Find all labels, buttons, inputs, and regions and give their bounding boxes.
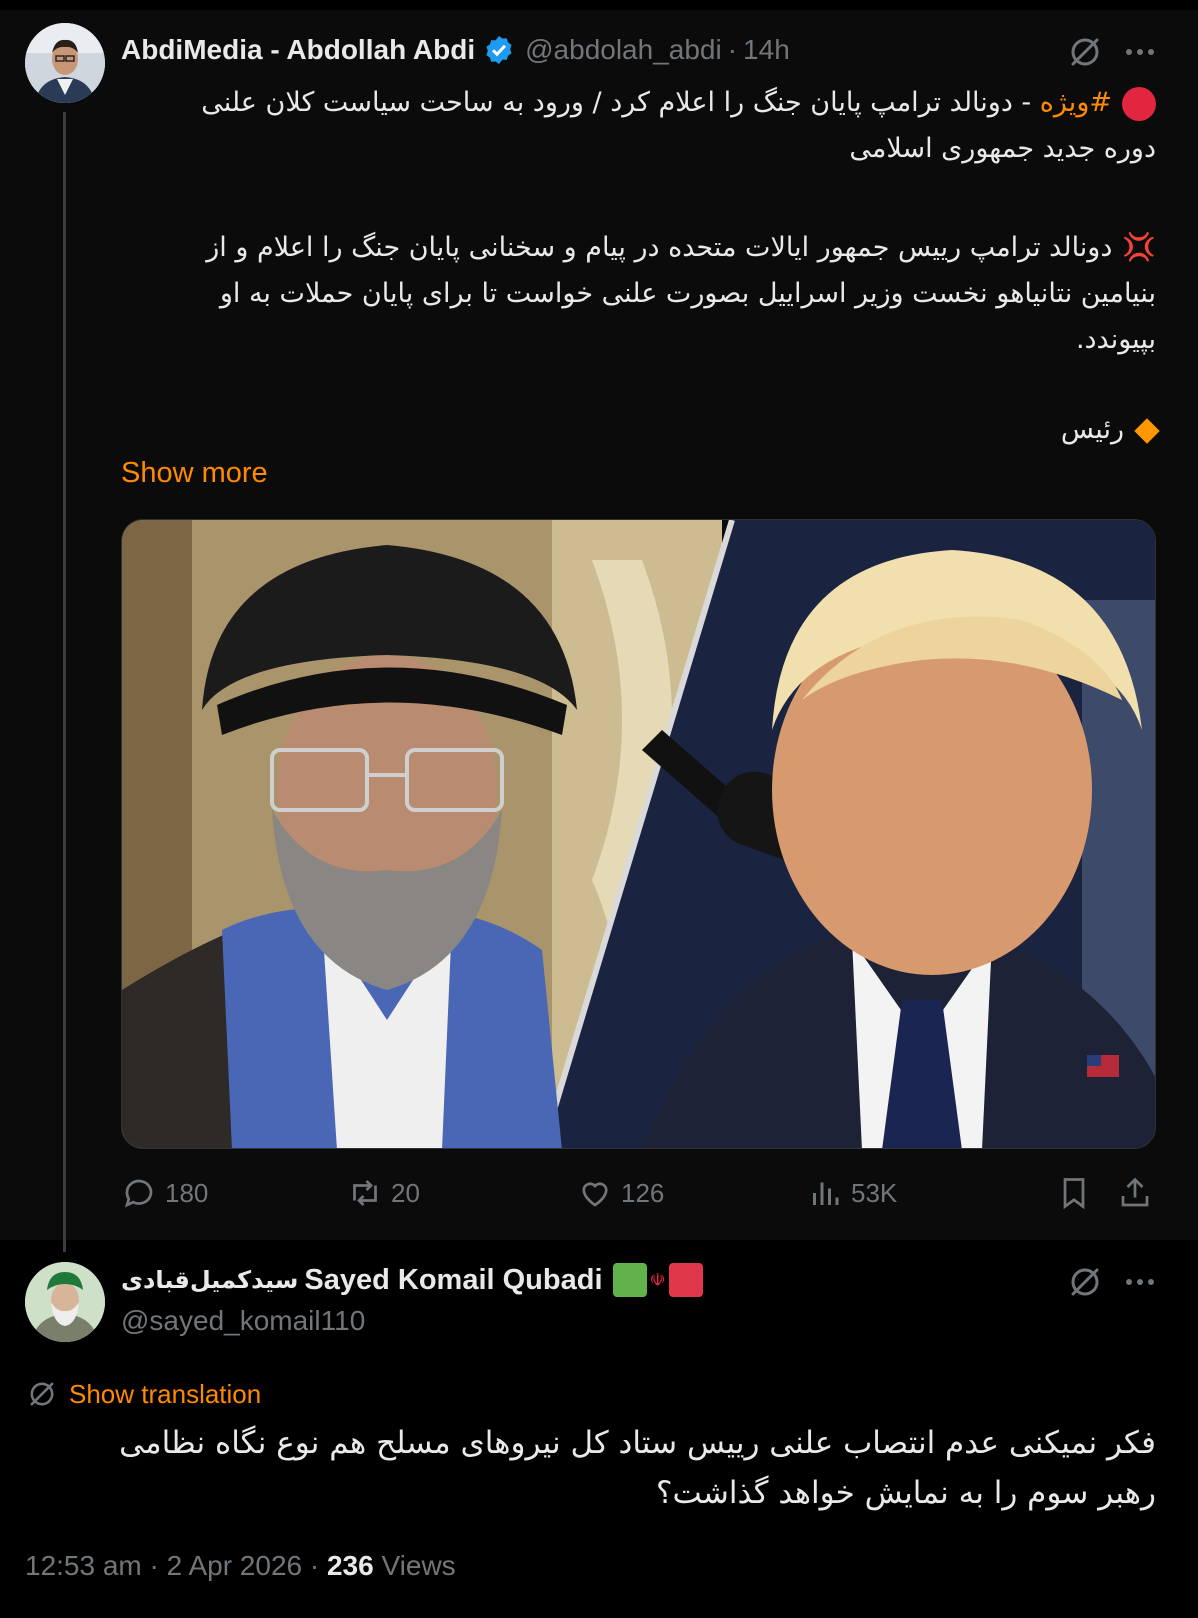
tweet-header: AbdiMedia - Abdollah Abdi @abdolah_abdi …	[121, 34, 790, 66]
tweet-text-body: دونالد ترامپ رییس جمهور ایالات متحده در …	[206, 232, 1156, 355]
red-square-emoji-icon	[668, 1263, 703, 1297]
verified-badge-icon	[486, 36, 512, 64]
heart-icon	[582, 1182, 608, 1207]
tweet-actions-bar: 180 20 126 53K	[121, 1175, 1156, 1219]
timestamp[interactable]: 14h	[743, 34, 790, 66]
tweet-text-paragraph-2: 💢دونالد ترامپ رییس جمهور ایالات متحده در…	[156, 225, 1156, 363]
show-more-link[interactable]: Show more	[121, 457, 268, 490]
reply-meta: 12:53 am · 2 Apr 2026 · 236 Views	[25, 1550, 456, 1582]
reply-header: سیدکمیل‌قبادی Sayed Komail Qubadi ☫	[121, 1263, 703, 1297]
iran-emblem-icon: ☫	[649, 1269, 666, 1290]
share-icon	[1121, 1177, 1149, 1207]
tweet-text-paragraph-3: رئیس	[156, 407, 1160, 453]
reply-author-name[interactable]: Sayed Komail Qubadi	[304, 1264, 602, 1297]
reply-views-count: 236	[326, 1550, 374, 1581]
show-translation-label: Show translation	[69, 1378, 262, 1409]
reply-avatar[interactable]	[25, 1262, 105, 1342]
like-count: 126	[621, 1177, 665, 1208]
author-handle[interactable]: @abdolah_abdi	[525, 34, 722, 66]
reply-author-persian-name[interactable]: سیدکمیل‌قبادی	[121, 1266, 298, 1294]
separator-dot: ·	[149, 1550, 167, 1581]
bookmark-button[interactable]	[1056, 1175, 1100, 1211]
reply-text: فکر نمیکنی عدم انتصاب علنی رییس ستاد کل …	[119, 1425, 1156, 1511]
tweet-text-paragraph-1: #ویژه - دونالد ترامپ پایان جنگ را اعلام …	[156, 80, 1156, 172]
reply-author-handle[interactable]: @sayed_komail110	[121, 1305, 365, 1337]
avatar[interactable]	[25, 23, 105, 103]
orange-diamond-emoji-icon	[1134, 417, 1160, 444]
hashtag-link[interactable]: #ویژه	[1040, 87, 1112, 118]
anger-symbol-emoji-icon: 💢	[1122, 232, 1156, 263]
media-photo	[122, 520, 1155, 1148]
more-options-icon[interactable]	[1120, 32, 1160, 72]
tweet-media-image[interactable]	[121, 519, 1156, 1149]
grok-icon[interactable]	[1065, 32, 1105, 72]
more-options-icon[interactable]	[1120, 1262, 1160, 1302]
analytics-icon	[813, 1182, 839, 1205]
reply-date[interactable]: 2 Apr 2026	[167, 1550, 302, 1581]
grok-icon[interactable]	[1065, 1262, 1105, 1302]
reply-time[interactable]: 12:53 am	[25, 1550, 142, 1581]
separator-dot: ·	[309, 1550, 327, 1581]
top-strip	[0, 0, 1198, 10]
like-button[interactable]: 126	[577, 1175, 664, 1211]
green-square-emoji-icon	[612, 1263, 647, 1297]
tweet-text-heading: رئیس	[1060, 414, 1124, 445]
thread-connector	[63, 112, 66, 1252]
bookmark-icon	[1063, 1178, 1085, 1210]
reply-icon	[124, 1179, 153, 1208]
repost-count: 20	[391, 1177, 420, 1208]
reply-views-label: Views	[381, 1550, 456, 1581]
views-button[interactable]: 53K	[807, 1175, 897, 1211]
grok-translate-icon	[30, 1382, 54, 1406]
show-translation-link[interactable]: Show translation	[25, 1377, 261, 1411]
separator-dot: ·	[727, 34, 738, 65]
red-circle-emoji-icon	[1122, 86, 1156, 121]
views-count: 53K	[851, 1177, 898, 1208]
reply-count: 180	[165, 1177, 209, 1208]
share-button[interactable]	[1117, 1175, 1161, 1211]
repost-icon	[353, 1180, 377, 1206]
repost-button[interactable]: 20	[347, 1175, 420, 1211]
tweet-text-line1: - دونالد ترامپ پایان جنگ را اعلام کرد / …	[201, 87, 1156, 164]
reply-button[interactable]: 180	[121, 1175, 208, 1211]
author-name[interactable]: AbdiMedia - Abdollah Abdi	[121, 34, 475, 66]
